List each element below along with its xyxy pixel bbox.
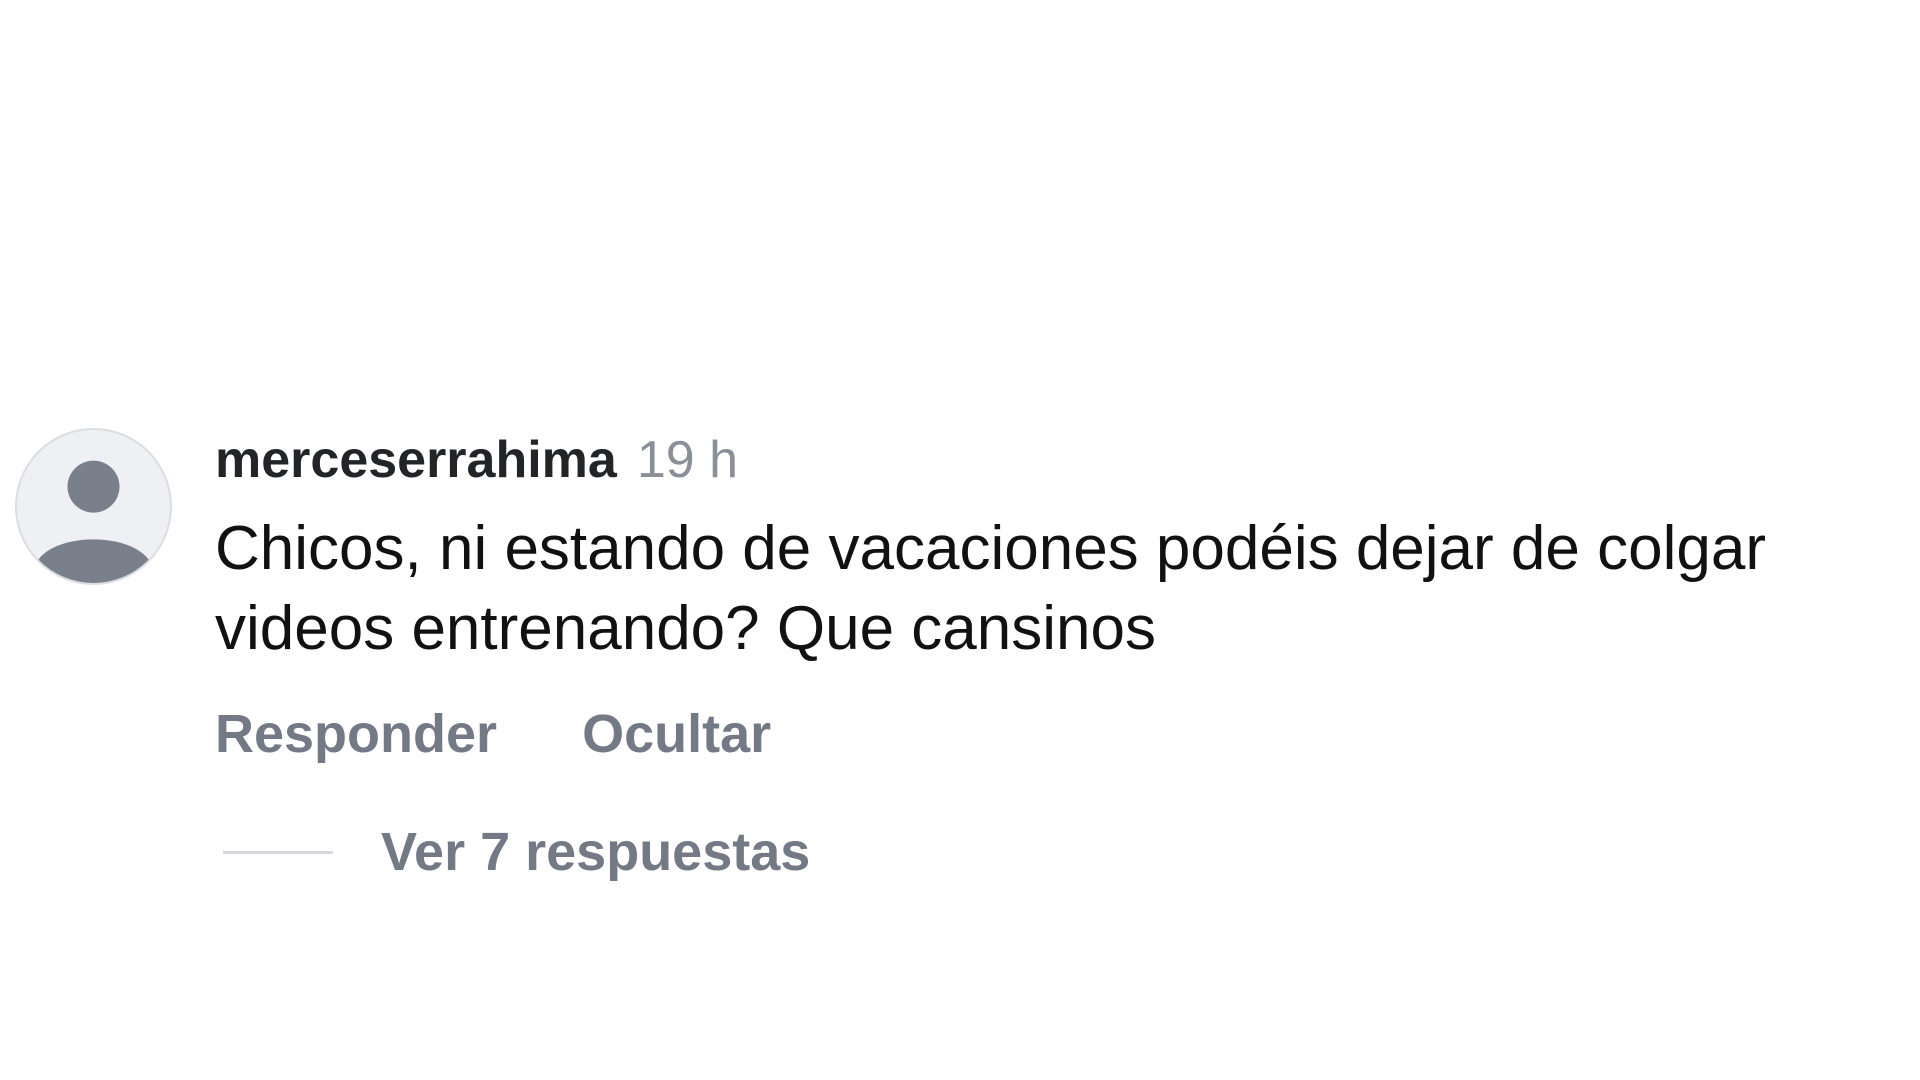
avatar[interactable] bbox=[15, 428, 172, 585]
hide-button[interactable]: Ocultar bbox=[582, 703, 771, 765]
comment: merceserrahima 19 h Chicos, ni estando d… bbox=[0, 0, 1920, 1080]
default-user-avatar-icon bbox=[35, 460, 152, 583]
comment-header: merceserrahima 19 h bbox=[215, 425, 1865, 495]
reply-button[interactable]: Responder bbox=[215, 703, 497, 765]
timestamp: 19 h bbox=[636, 431, 739, 489]
username[interactable]: merceserrahima bbox=[215, 430, 617, 490]
replies-divider bbox=[223, 850, 333, 854]
view-replies-button[interactable]: Ver 7 respuestas bbox=[215, 817, 1865, 887]
comment-actions: Responder Ocultar bbox=[215, 699, 1865, 769]
comment-text: Chicos, ni estando de vacaciones podéis … bbox=[215, 514, 1766, 663]
view-replies-label: Ver 7 respuestas bbox=[381, 822, 811, 882]
comment-body: merceserrahima 19 h Chicos, ni estando d… bbox=[215, 425, 1865, 887]
